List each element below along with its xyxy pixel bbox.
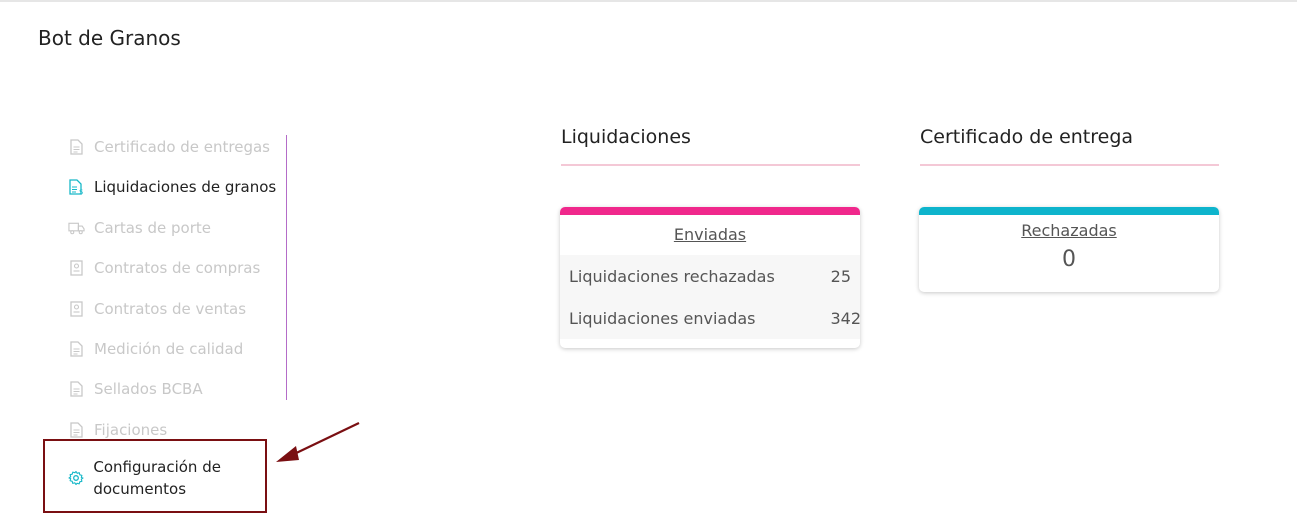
card-accent-band — [560, 207, 860, 215]
document-icon — [68, 381, 85, 398]
document-icon — [68, 139, 85, 156]
card-accent-band — [919, 207, 1219, 215]
sidebar-item-certificado-de-entregas[interactable]: Certificado de entregas — [68, 138, 270, 156]
sidebar-item-label: Contratos de ventas — [94, 300, 247, 318]
section-divider — [920, 164, 1219, 166]
table-row: Liquidaciones rechazadas 25 — [560, 255, 860, 297]
section-divider — [561, 164, 860, 166]
sidebar-item-fijaciones[interactable]: Fijaciones — [68, 421, 167, 439]
sidebar-item-label: Contratos de compras — [94, 259, 261, 277]
enviadas-link[interactable]: Enviadas — [560, 225, 860, 255]
sidebar-item-contratos-de-ventas[interactable]: Contratos de ventas — [68, 300, 246, 318]
sidebar-nav: Certificado de entregas $ Liquidaciones … — [68, 135, 287, 498]
contract-icon — [68, 260, 85, 277]
section-title-liquidaciones: Liquidaciones — [561, 126, 691, 148]
contract-icon — [68, 301, 85, 318]
sidebar-item-contratos-de-compras[interactable]: Contratos de compras — [68, 259, 260, 277]
table-row: Liquidaciones enviadas 342 — [560, 297, 860, 339]
section-title-certificado-de-entrega: Certificado de entrega — [920, 126, 1134, 148]
document-dollar-icon: $ — [68, 179, 85, 196]
sidebar-item-label: Sellados BCBA — [94, 380, 203, 398]
rechazadas-link[interactable]: Rechazadas — [919, 221, 1219, 247]
page-title: Bot de Granos — [38, 26, 181, 50]
sidebar-item-label: Certificado de entregas — [94, 138, 271, 156]
row-label: Liquidaciones rechazadas — [569, 266, 775, 286]
certificado-card: Rechazadas 0 — [919, 207, 1219, 292]
row-value: 25 — [830, 266, 851, 286]
annotation-arrow-icon — [276, 422, 360, 462]
sidebar-item-label: Liquidaciones de granos — [94, 178, 277, 196]
svg-text:$: $ — [79, 188, 83, 195]
sidebar-item-medicion-de-calidad[interactable]: Medición de calidad — [68, 340, 243, 358]
sidebar-item-label: Fijaciones — [94, 421, 168, 439]
sidebar-item-label: Cartas de porte — [94, 219, 211, 237]
row-label: Liquidaciones enviadas — [569, 308, 756, 328]
sidebar-item-liquidaciones-de-granos[interactable]: $ Liquidaciones de granos — [68, 178, 276, 196]
liquidaciones-card: Enviadas Liquidaciones rechazadas 25 Liq… — [560, 207, 860, 348]
sidebar-item-sellados-bcba[interactable]: Sellados BCBA — [68, 380, 203, 398]
document-icon — [68, 422, 85, 439]
document-icon — [68, 341, 85, 358]
sidebar-item-label: Medición de calidad — [94, 340, 244, 358]
row-value: 342 — [830, 308, 860, 328]
truck-icon — [68, 220, 85, 237]
sidebar-item-cartas-de-porte[interactable]: Cartas de porte — [68, 219, 211, 237]
annotation-highlight-box — [43, 439, 267, 513]
rechazadas-count: 0 — [1062, 247, 1076, 272]
top-divider — [0, 0, 1297, 2]
